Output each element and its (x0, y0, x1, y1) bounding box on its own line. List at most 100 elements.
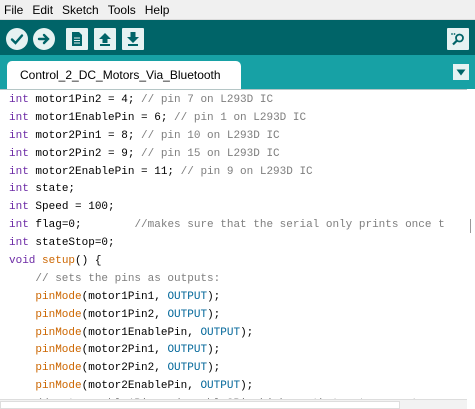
verify-button[interactable] (6, 28, 28, 50)
code-line: int motor2EnablePin = 11; // pin 9 on L2… (9, 164, 445, 182)
code-token: int (9, 201, 29, 214)
code-token: setup (42, 255, 76, 268)
code-token: int (9, 111, 29, 124)
code-token: ); (207, 290, 221, 303)
code-token: OUTPUT (200, 326, 241, 339)
arrow-up-icon (99, 33, 111, 46)
serial-monitor-button[interactable] (447, 28, 469, 50)
menu-help[interactable]: Help (145, 3, 170, 17)
code-token: stateStop=0; (28, 237, 115, 250)
tab-bar: Control_2_DC_Motors_Via_Bluetooth (0, 55, 475, 89)
code-token: motor2Pin2 = 9; (28, 147, 142, 160)
code-token: pinMode (35, 380, 82, 393)
code-token: (motor1Pin2, (81, 308, 168, 321)
code-token: int (9, 94, 29, 106)
magnifier-icon (451, 33, 464, 46)
code-line: int motor2Pin1 = 8; // pin 10 on L293D I… (9, 128, 445, 146)
tab-sketch[interactable]: Control_2_DC_Motors_Via_Bluetooth (7, 61, 241, 89)
code-line: pinMode(motor2Pin1, OUTPUT); (9, 342, 445, 360)
code-token: // sets the pins as outputs: (35, 272, 221, 285)
code-line: pinMode(motor1EnablePin, OUTPUT); (9, 325, 445, 343)
code-token: OUTPUT (167, 308, 208, 321)
code-editor[interactable]: int motor1Pin2 = 4; // pin 7 on L293D IC… (0, 89, 475, 409)
code-token: // pin 10 on L293D IC (141, 129, 280, 142)
horizontal-scroll-thumb[interactable] (0, 401, 400, 409)
code-token: void (9, 255, 36, 268)
code-line: int motor1Pin2 = 4; // pin 7 on L293D IC (9, 92, 445, 110)
code-token: int (9, 129, 29, 142)
code-token: flag=0; (28, 219, 135, 232)
code-token: // pin 9 on L293D IC (180, 165, 313, 178)
code-token: // pin 7 on L293D IC (141, 94, 274, 106)
code-line: void setup() { (9, 253, 445, 271)
scroll-marker (470, 219, 474, 233)
code-token: motor2Pin1 = 8; (28, 129, 142, 142)
vertical-scrollbar[interactable] (467, 89, 475, 409)
menu-file[interactable]: File (4, 3, 23, 17)
code-token: pinMode (35, 326, 82, 339)
code-line: pinMode(motor1Pin2, OUTPUT); (9, 307, 445, 325)
code-token: int (9, 183, 29, 196)
code-token: int (9, 219, 29, 232)
code-token: () { (75, 255, 102, 268)
code-line: int Speed = 100; (9, 199, 445, 217)
code-token: motor1Pin2 = 4; (28, 94, 142, 106)
code-line: int flag=0; //makes sure that the serial… (9, 217, 445, 235)
code-token: ); (207, 308, 221, 321)
code-line: pinMode(motor2EnablePin, OUTPUT); (9, 378, 445, 396)
code-line: int stateStop=0; (9, 235, 445, 253)
tab-menu-button[interactable] (453, 64, 469, 80)
code-token: (motor2EnablePin, (81, 380, 201, 393)
code-token: pinMode (35, 308, 82, 321)
code-token: int (9, 147, 29, 160)
code-line: pinMode(motor2Pin2, OUTPUT); (9, 360, 445, 378)
menu-tools[interactable]: Tools (108, 3, 136, 17)
code-token: (motor1EnablePin, (81, 326, 201, 339)
code-token: pinMode (35, 362, 82, 375)
horizontal-scrollbar[interactable] (0, 399, 467, 409)
code-token: int (9, 165, 29, 178)
code-token: ); (207, 362, 221, 375)
checkmark-icon (10, 34, 24, 45)
upload-button[interactable] (33, 28, 55, 50)
code-token: pinMode (35, 344, 82, 357)
triangle-down-icon (456, 69, 466, 75)
code-text: int motor1Pin2 = 4; // pin 7 on L293D IC… (9, 92, 445, 409)
document-icon (72, 32, 82, 46)
code-token: OUTPUT (200, 380, 241, 393)
save-button[interactable] (122, 28, 144, 50)
open-button[interactable] (94, 28, 116, 50)
code-token: OUTPUT (167, 290, 208, 303)
code-token: // pin 15 on L293D IC (141, 147, 280, 160)
code-token: (motor1Pin1, (81, 290, 168, 303)
code-token: motor1EnablePin = 6; (28, 111, 175, 124)
code-token: motor2EnablePin = 11; (28, 165, 181, 178)
code-token: int (9, 237, 29, 250)
menu-edit[interactable]: Edit (32, 3, 53, 17)
code-token: ); (207, 344, 221, 357)
code-token: (motor2Pin2, (81, 362, 168, 375)
code-token: state; (28, 183, 76, 196)
code-line: int state; (9, 181, 445, 199)
arrow-down-icon (127, 32, 139, 46)
code-line: // sets the pins as outputs: (9, 271, 445, 289)
new-button[interactable] (66, 28, 88, 50)
menu-sketch[interactable]: Sketch (62, 3, 99, 17)
code-token: ); (240, 326, 254, 339)
code-token: OUTPUT (167, 344, 208, 357)
code-line: int motor1EnablePin = 6; // pin 1 on L29… (9, 110, 445, 128)
code-token: OUTPUT (167, 362, 208, 375)
code-token: ); (240, 380, 254, 393)
code-token: Speed = 100; (28, 201, 115, 214)
code-token: //makes sure that the serial only prints… (134, 219, 445, 232)
code-line: pinMode(motor1Pin1, OUTPUT); (9, 289, 445, 307)
arrow-right-icon (37, 33, 50, 45)
tab-label: Control_2_DC_Motors_Via_Bluetooth (20, 68, 221, 82)
